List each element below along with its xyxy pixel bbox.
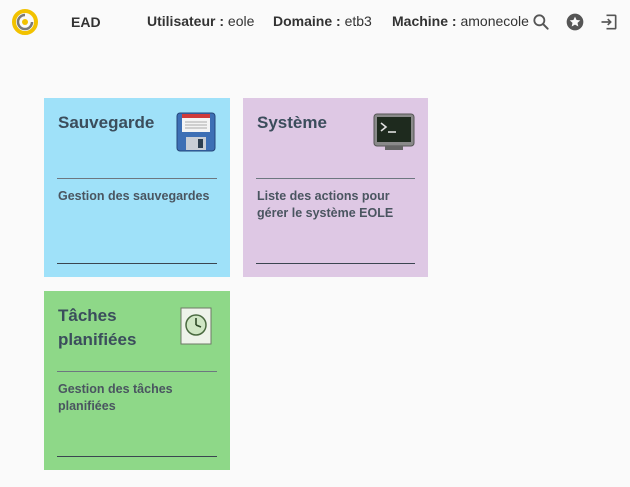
- domain-info: Domaine : etb3: [273, 13, 372, 29]
- user-info: Utilisateur : eole: [147, 13, 254, 29]
- app-name[interactable]: EAD: [71, 14, 101, 30]
- tile-description: Gestion des sauvegardes: [58, 189, 210, 203]
- logout-icon[interactable]: [598, 11, 620, 33]
- domain-value: etb3: [344, 13, 372, 29]
- tile-bottom-line: [256, 263, 415, 264]
- tile-description: Gestion des tâches planifiées: [58, 382, 173, 413]
- tile-sauvegarde[interactable]: Sauvegarde Gestion des sauvegardes: [44, 98, 230, 277]
- user-label: Utilisateur :: [147, 13, 225, 29]
- machine-info: Machine : amonecole: [392, 13, 529, 29]
- terminal-icon: [373, 113, 415, 156]
- domain-label: Domaine :: [273, 13, 341, 29]
- tile-title: Système: [257, 113, 327, 132]
- tile-systeme[interactable]: Système Liste des actions pour gérer le …: [243, 98, 428, 277]
- tile-bottom-line: [57, 263, 217, 264]
- tile-title: Tâches planifiées: [58, 306, 137, 349]
- star-icon[interactable]: [564, 11, 586, 33]
- tile-divider: [256, 178, 415, 179]
- clock-icon: [180, 307, 212, 350]
- tile-bottom-line: [57, 456, 217, 457]
- user-value: eole: [227, 13, 255, 29]
- tile-divider: [57, 371, 217, 372]
- tile-divider: [57, 178, 217, 179]
- search-icon[interactable]: [530, 11, 552, 33]
- tile-title: Sauvegarde: [58, 113, 155, 132]
- tile-description: Liste des actions pour gérer le système …: [257, 189, 394, 220]
- top-bar: EAD Utilisateur : eole Domaine : etb3 Ma…: [0, 0, 630, 44]
- machine-label: Machine :: [392, 13, 457, 29]
- eole-logo-icon[interactable]: [11, 9, 39, 35]
- tile-taches-planifiees[interactable]: Tâches planifiées Gestion des tâches pla…: [44, 291, 230, 470]
- machine-value: amonecole: [460, 13, 529, 29]
- floppy-disk-icon: [176, 112, 216, 157]
